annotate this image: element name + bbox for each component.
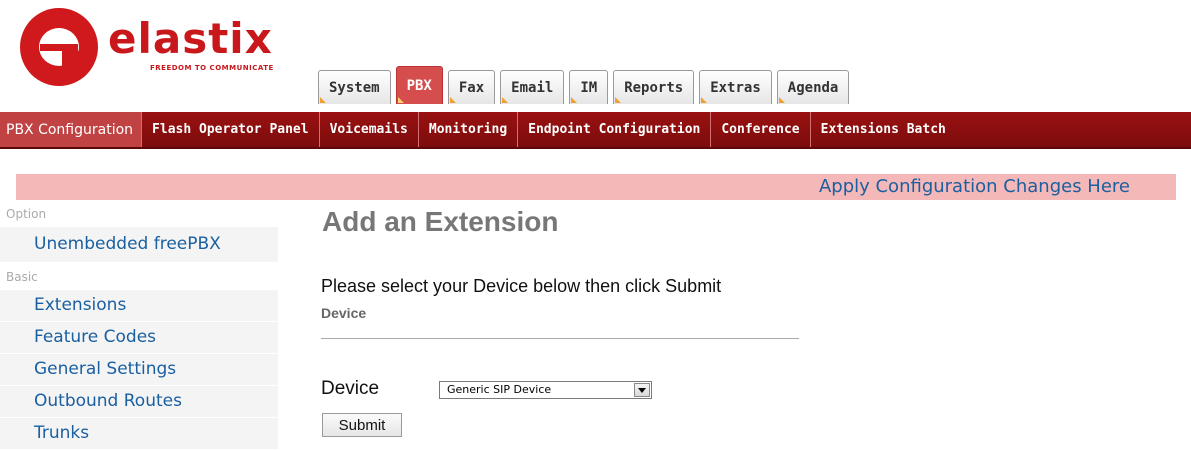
tab-im[interactable]: IM (569, 70, 609, 104)
sidebar-item-extensions[interactable]: Extensions (0, 290, 278, 322)
page-title: Add an Extension (322, 206, 559, 237)
subnav-voicemails[interactable]: Voicemails (320, 112, 419, 147)
subnav-pbx-configuration[interactable]: PBX Configuration (0, 112, 143, 147)
tab-agenda[interactable]: Agenda (776, 70, 850, 104)
sub-navigation: PBX Configuration Flash Operator Panel V… (0, 112, 1191, 147)
tab-extras[interactable]: Extras (699, 70, 772, 104)
sidebar-item-feature-codes[interactable]: Feature Codes (0, 322, 278, 354)
device-field-label: Device (321, 378, 380, 399)
tab-pbx[interactable]: PBX (395, 66, 443, 104)
logo-wordmark: elastix (108, 14, 273, 63)
subnav-endpoint-configuration[interactable]: Endpoint Configuration (518, 112, 712, 147)
tab-email[interactable]: Email (500, 70, 565, 104)
subnav-flash-operator-panel[interactable]: Flash Operator Panel (142, 112, 320, 147)
sidebar-item-general-settings[interactable]: General Settings (0, 354, 278, 386)
tab-reports[interactable]: Reports (613, 70, 695, 104)
sidebar-item-trunks[interactable]: Trunks (0, 418, 278, 450)
section-label-device: Device (321, 305, 367, 321)
sidebar-item-outbound-routes[interactable]: Outbound Routes (0, 386, 278, 418)
logo-tagline: FREEDOM TO COMMUNICATE (150, 64, 274, 72)
tab-system[interactable]: System (318, 70, 391, 104)
elastix-logo[interactable]: elastix FREEDOM TO COMMUNICATE (20, 8, 290, 96)
subnav-conference[interactable]: Conference (711, 112, 811, 147)
sidebar-header-basic: Basic (6, 270, 38, 284)
logo-mark-icon (20, 8, 98, 86)
instruction-text: Please select your Device below then cli… (321, 276, 722, 296)
device-select[interactable]: Generic SIP Device (439, 381, 652, 399)
apply-configuration-link[interactable]: Apply Configuration Changes Here (819, 176, 1130, 197)
chevron-down-icon[interactable] (634, 383, 650, 397)
sidebar-item-unembedded-freepbx[interactable]: Unembedded freePBX (0, 227, 278, 263)
subnav-monitoring[interactable]: Monitoring (419, 112, 519, 147)
device-select-value: Generic SIP Device (447, 383, 552, 396)
tab-fax[interactable]: Fax (447, 70, 496, 104)
main-tabs: System PBX Fax Email IM Reports Extras A… (318, 66, 854, 104)
apply-changes-bar: Apply Configuration Changes Here (16, 174, 1176, 200)
section-divider (321, 338, 799, 339)
subnav-extensions-batch[interactable]: Extensions Batch (811, 112, 956, 147)
submit-button[interactable]: Submit (322, 413, 402, 437)
sidebar: Option Unembedded freePBX Basic Extensio… (0, 200, 278, 450)
sidebar-header-option: Option (6, 207, 47, 221)
